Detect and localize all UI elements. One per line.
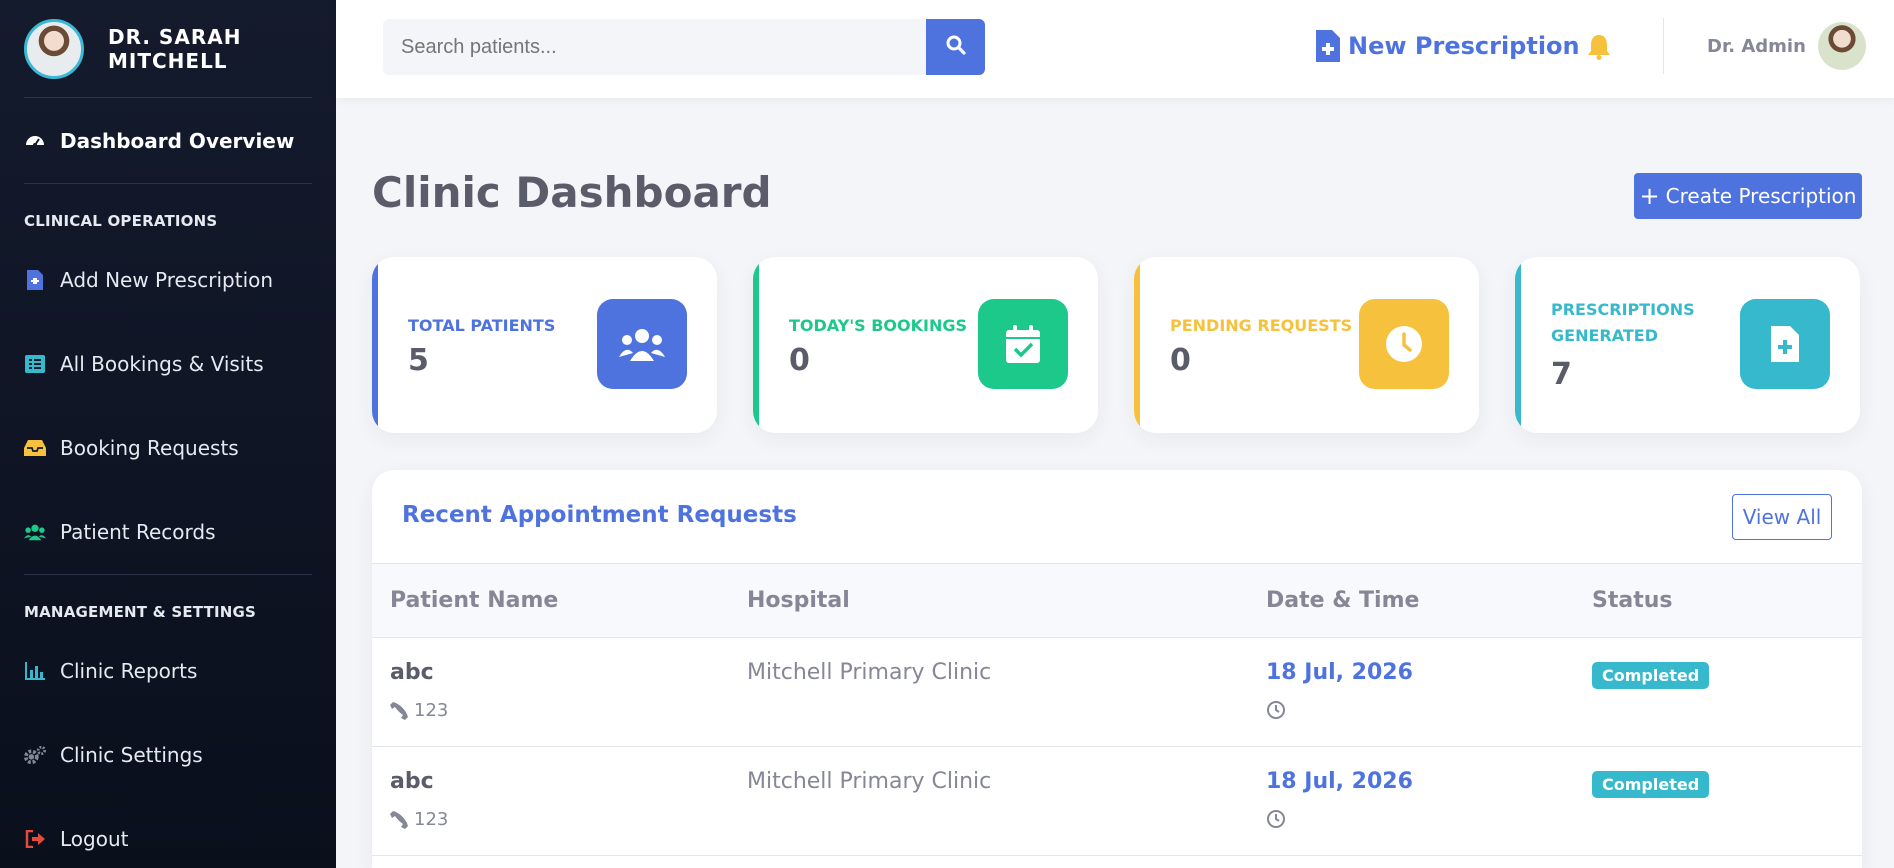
stat-label: PENDING REQUESTS — [1170, 316, 1353, 335]
stat-card-todays-bookings: TODAY'S BOOKINGS 0 — [753, 257, 1098, 433]
hospital-name: Mitchell Primary Clinic — [747, 660, 992, 685]
column-header[interactable]: Hospital — [747, 588, 850, 613]
sidebar-item-label: Dashboard Overview — [60, 128, 295, 153]
inbox-icon — [24, 437, 46, 459]
stat-label: PRESCRIPTIONS GENERATED — [1551, 300, 1695, 345]
sign-out-icon — [24, 828, 46, 850]
chart-bar-icon — [24, 660, 46, 682]
sidebar-item-patient-records[interactable]: Patient Records — [24, 490, 312, 574]
new-prescription-link[interactable]: New Prescription — [1316, 30, 1580, 62]
column-header[interactable]: Patient Name — [390, 588, 558, 613]
section-clinical-operations: CLINICAL OPERATIONS — [24, 212, 218, 230]
file-medical-icon — [1316, 30, 1340, 62]
phone-number: 123 — [414, 700, 449, 721]
sidebar-item-clinic-settings[interactable]: Clinic Settings — [24, 713, 312, 797]
stat-value: 0 — [789, 343, 810, 378]
hospital-name: Mitchell Primary Clinic — [747, 769, 992, 794]
sidebar-item-logout[interactable]: Logout — [24, 797, 312, 868]
stat-label: TODAY'S BOOKINGS — [789, 316, 968, 335]
sidebar-profile: DR. SARAH MITCHELL — [24, 0, 312, 98]
patient-name: abc — [390, 660, 434, 685]
file-medical-icon — [24, 269, 46, 291]
table-row[interactable]: abc 123 Mitchell Primary Clinic 18 Jul, … — [372, 638, 1862, 747]
column-header[interactable]: Date & Time — [1266, 588, 1419, 613]
sidebar-item-label: Patient Records — [60, 520, 216, 544]
phone-icon — [390, 701, 408, 720]
page-title: Clinic Dashboard — [372, 168, 772, 217]
doctor-name: DR. SARAH MITCHELL — [108, 24, 242, 73]
new-prescription-label: New Prescription — [1348, 32, 1580, 60]
admin-name: Dr. Admin — [1707, 35, 1806, 57]
sidebar-item-label: Logout — [60, 827, 129, 851]
search-bar — [383, 19, 985, 75]
sidebar-item-label: Clinic Settings — [60, 743, 203, 767]
file-medical-icon — [1740, 299, 1830, 389]
table-card-header: Recent Appointment Requests View All — [372, 470, 1862, 564]
search-button[interactable] — [926, 19, 985, 75]
users-icon — [24, 521, 46, 543]
search-input[interactable] — [383, 19, 926, 75]
calendar-check-icon — [978, 299, 1068, 389]
patient-phone: 123 — [390, 809, 448, 830]
users-icon — [597, 299, 687, 389]
patient-name: abc — [390, 769, 434, 794]
clock-icon — [1266, 809, 1286, 833]
phone-icon — [390, 810, 408, 829]
table-title: Recent Appointment Requests — [402, 502, 797, 528]
status-badge: Completed — [1592, 771, 1710, 798]
tachometer-icon — [24, 130, 46, 152]
sidebar-item-dashboard-overview[interactable]: Dashboard Overview — [24, 98, 312, 184]
bell-icon[interactable] — [1587, 34, 1611, 64]
sidebar: DR. SARAH MITCHELL Dashboard Overview CL… — [0, 0, 336, 868]
avatar — [1817, 22, 1866, 70]
stat-card-pending-requests: PENDING REQUESTS 0 — [1134, 257, 1479, 433]
view-all-button[interactable]: View All — [1732, 494, 1832, 540]
stat-card-prescriptions-generated: PRESCRIPTIONS GENERATED 7 — [1515, 257, 1860, 433]
status-badge: Completed — [1592, 662, 1710, 689]
recent-appointments-card: Recent Appointment Requests View All Pat… — [372, 470, 1862, 868]
stat-value: 5 — [408, 343, 429, 378]
appointment-date: 18 Jul, 2026 — [1266, 660, 1413, 685]
header-divider — [1663, 18, 1664, 74]
table-row[interactable]: abc 123 Mitchell Primary Clinic 18 Jul, … — [372, 747, 1862, 856]
stat-value: 7 — [1551, 357, 1572, 392]
clock-icon — [1359, 299, 1449, 389]
list-alt-icon — [24, 353, 46, 375]
sidebar-item-add-new-prescription[interactable]: Add New Prescription — [24, 238, 312, 322]
sidebar-item-label: All Bookings & Visits — [60, 352, 264, 376]
search-icon — [946, 35, 966, 59]
sidebar-item-label: Clinic Reports — [60, 659, 198, 683]
create-prescription-button[interactable]: + Create Prescription — [1634, 173, 1862, 219]
plus-icon: + — [1639, 182, 1660, 210]
cogs-icon — [24, 744, 46, 766]
table-header-row: Patient Name Hospital Date & Time Status — [372, 564, 1862, 638]
sidebar-divider — [24, 574, 312, 575]
sidebar-item-label: Booking Requests — [60, 436, 239, 460]
sidebar-item-label: Add New Prescription — [60, 268, 274, 292]
column-header[interactable]: Status — [1592, 588, 1672, 613]
phone-number: 123 — [414, 809, 449, 830]
stat-card-total-patients: TOTAL PATIENTS 5 — [372, 257, 717, 433]
patient-phone: 123 — [390, 700, 448, 721]
section-management-settings: MANAGEMENT & SETTINGS — [24, 603, 257, 621]
user-menu[interactable]: Dr. Admin — [1707, 22, 1866, 70]
top-header: New Prescription Dr. Admin — [336, 0, 1894, 98]
sidebar-item-booking-requests[interactable]: Booking Requests — [24, 406, 312, 490]
doctor-avatar — [24, 18, 84, 79]
stat-value: 0 — [1170, 343, 1191, 378]
appointment-date: 18 Jul, 2026 — [1266, 769, 1413, 794]
create-prescription-label: Create Prescription — [1665, 184, 1857, 208]
stat-label: TOTAL PATIENTS — [408, 316, 556, 335]
clock-icon — [1266, 700, 1286, 724]
sidebar-item-clinic-reports[interactable]: Clinic Reports — [24, 629, 312, 713]
sidebar-item-all-bookings[interactable]: All Bookings & Visits — [24, 322, 312, 406]
